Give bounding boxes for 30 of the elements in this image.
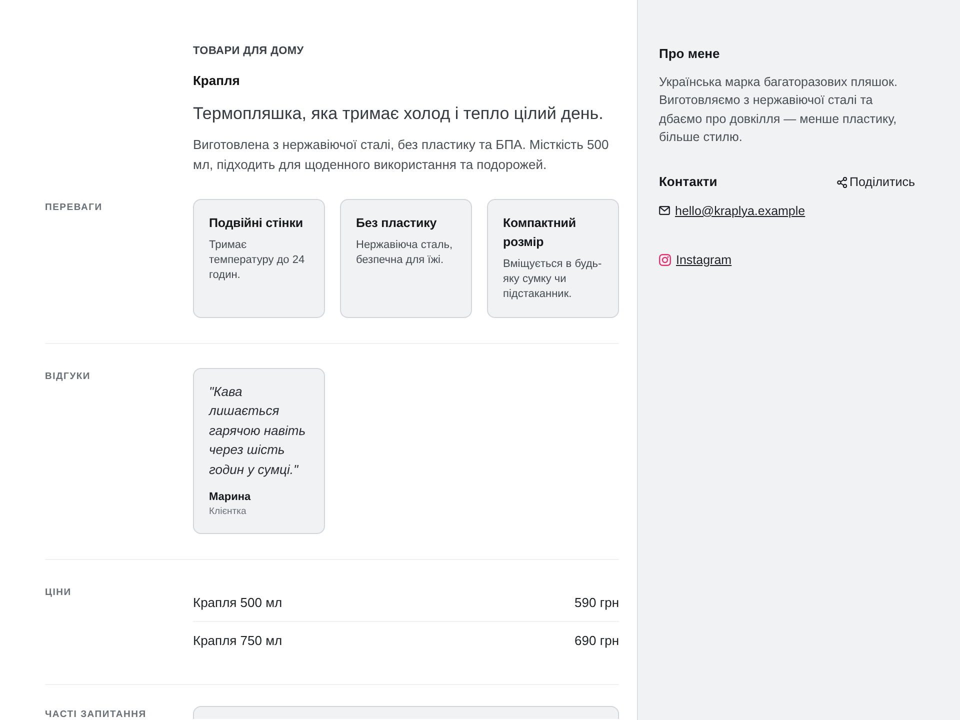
- testimonial-author: Марина: [209, 490, 252, 506]
- feature-title: Подвійні стінки: [209, 215, 304, 232]
- about-text: Українська марка багаторазових пляшок. Виготовляємо з нержавіючої сталі та дбаємо про довкілля — менше пластику, більше стилю.: [659, 74, 898, 146]
- feature-text: Тримає температуру до 24 годин.: [209, 238, 306, 283]
- brand-name: Крапля: [193, 72, 241, 90]
- testimonial-quote: "Кава лишається гарячою навіть через шість годин у сумці.": [209, 383, 307, 479]
- contacts-title: Контакти: [659, 173, 718, 192]
- category-label: ТОВАРИ ДЛЯ ДОМУ: [193, 44, 305, 58]
- social-link[interactable]: Instagram: [659, 250, 732, 269]
- product-description: Виготовлена з нержавіючої сталі, без пластику та БПА. Місткість 500 мл, підходить для щоденного використання та подорожей.: [193, 136, 610, 174]
- price-value: 690 грн: [574, 632, 619, 650]
- feature-title: Компактний розмір: [503, 215, 577, 251]
- price-value: 590 грн: [574, 594, 619, 612]
- section-label: ЦІНИ: [45, 587, 72, 600]
- price-item-name: Крапля 500 мл: [193, 594, 282, 612]
- testimonial-role: Клієнтка: [209, 505, 248, 520]
- email-link[interactable]: hello@kraplya.example: [659, 202, 806, 220]
- about-title: Про мене: [659, 45, 721, 63]
- section-label: ВІДГУКИ: [45, 371, 92, 383]
- camera-icon: [659, 254, 671, 266]
- feature-text: Нержавіюча сталь, безпечна для їжі.: [356, 238, 454, 268]
- share-button[interactable]: Поділитись: [836, 173, 915, 192]
- tagline: Термопляшка, яка тримає холод і тепло цілий день.: [193, 103, 604, 125]
- share-icon: [836, 176, 847, 188]
- feature-title: Без пластику: [356, 215, 438, 232]
- section-label: ЧАСТІ ЗАПИТАННЯ: [45, 709, 148, 720]
- price-item-name: Крапля 750 мл: [193, 632, 282, 650]
- section-label: ПЕРЕВАГИ: [45, 202, 104, 214]
- envelope-icon: [659, 206, 670, 216]
- feature-text: Вміщується в будь-яку сумку чи підстаканник.: [503, 257, 603, 302]
